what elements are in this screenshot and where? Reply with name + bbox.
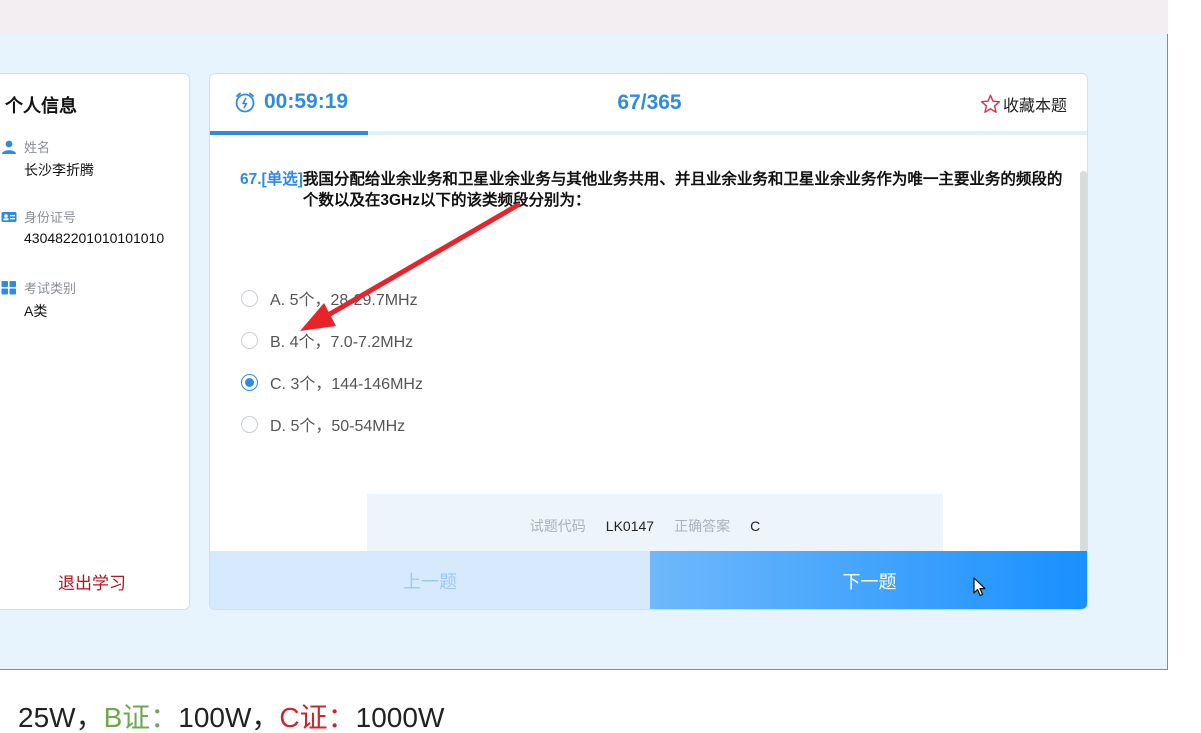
caption-c-label: C证： <box>279 702 356 733</box>
option-b[interactable]: B. 4个，7.0-7.2MHz <box>241 328 413 352</box>
radio-d[interactable] <box>241 415 258 433</box>
top-bar <box>0 0 1168 34</box>
grid-icon <box>1 280 17 295</box>
next-question-button[interactable]: 下一题 <box>650 551 1087 609</box>
option-a-label: A. 5个，28-29.7MHz <box>270 292 418 309</box>
question-progress-text: 67/365 <box>617 91 682 114</box>
option-b-label: B. 4个，7.0-7.2MHz <box>270 334 414 351</box>
option-c-label: C. 3个，144-146MHz <box>270 376 423 393</box>
radio-a[interactable] <box>241 289 258 307</box>
mouse-cursor-icon <box>973 577 986 597</box>
id-card-icon <box>1 210 17 224</box>
id-label: 身份证号 <box>24 210 77 225</box>
correct-answer-value: C <box>750 518 761 534</box>
exam-app: 个人信息 姓名 长沙李折腾 身份证号 430482201010101010 考试… <box>0 34 1168 670</box>
exit-study-button[interactable]: 退出学习 <box>0 569 191 594</box>
screen: 个人信息 姓名 长沙李折腾 身份证号 430482201010101010 考试… <box>0 0 1201 733</box>
option-d[interactable]: D. 5个，50-54MHz <box>241 412 405 436</box>
star-icon <box>980 94 1001 113</box>
option-c[interactable]: C. 3个，144-146MHz <box>241 370 423 394</box>
exam-type-label: 考试类别 <box>24 281 77 296</box>
question-number-type: 67.[单选] <box>240 171 303 188</box>
exam-type-info: 考试类别 A类 <box>1 278 76 321</box>
scrollbar[interactable] <box>1080 171 1087 571</box>
personal-info-card: 个人信息 姓名 长沙李折腾 身份证号 430482201010101010 考试… <box>0 73 190 610</box>
user-icon <box>1 140 17 154</box>
name-value: 长沙李折腾 <box>24 162 94 178</box>
option-a[interactable]: A. 5个，28-29.7MHz <box>241 286 418 310</box>
answer-info-box: 试题代码 LK0147 正确答案 C <box>367 494 943 558</box>
question-header: 00:59:19 67/365 收藏本题 <box>210 74 1087 135</box>
caption-part-1: 25W， <box>18 702 104 733</box>
question-code-label: 试题代码 <box>529 518 586 534</box>
power-caption: 25W，B证：100W，C证：1000W <box>18 696 444 733</box>
previous-question-button[interactable]: 上一题 <box>210 551 650 609</box>
caption-b-label: B证： <box>103 702 179 733</box>
name-label: 姓名 <box>24 140 51 155</box>
option-d-label: D. 5个，50-54MHz <box>270 418 406 435</box>
correct-answer-label: 正确答案 <box>674 518 731 534</box>
caption-part-2: 100W， <box>178 702 280 733</box>
id-value: 430482201010101010 <box>24 230 165 246</box>
question-text: 67.[单选] 我国分配给业余业务和卫星业余业务与其他业务共用、并且业余业务和卫… <box>240 169 1065 211</box>
radio-b[interactable] <box>241 331 258 349</box>
name-info: 姓名 长沙李折腾 <box>1 137 94 180</box>
info-card-title: 个人信息 <box>5 96 77 116</box>
progress-bar <box>210 131 1087 135</box>
question-card: 00:59:19 67/365 收藏本题 67.[单选] 我国分配给业余业务和卫… <box>209 73 1088 610</box>
id-info: 身份证号 430482201010101010 <box>1 207 164 246</box>
question-body: 我国分配给业余业务和卫星业余业务与其他业务共用、并且业余业务和卫星业余业务作为唯… <box>302 171 1063 209</box>
favorite-label: 收藏本题 <box>1002 98 1067 115</box>
caption-part-3: 1000W <box>355 702 445 733</box>
exam-type-value: A类 <box>24 303 48 319</box>
radio-c[interactable] <box>241 373 258 391</box>
question-code-value: LK0147 <box>605 518 655 534</box>
favorite-button[interactable]: 收藏本题 <box>980 92 1067 116</box>
progress-bar-fill <box>210 131 368 135</box>
